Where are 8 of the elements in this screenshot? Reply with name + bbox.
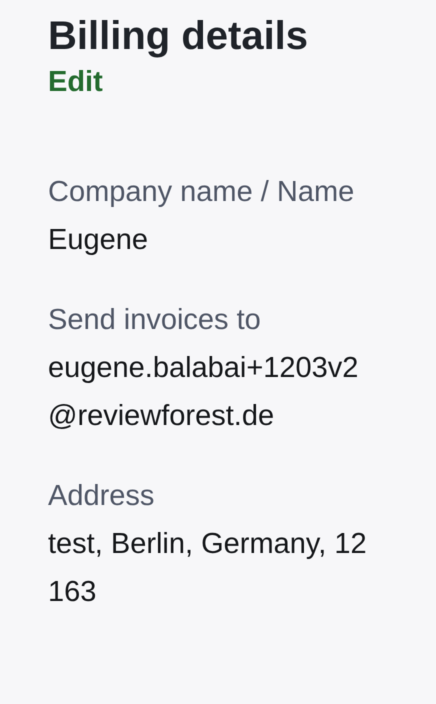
field-label: Company name / Name	[48, 175, 356, 210]
field-value: Eugene	[48, 223, 149, 258]
field-label: Send invoices to	[48, 303, 262, 338]
page-title: Billing details	[48, 13, 310, 60]
field-value: test, Berlin, Germany, 12163	[48, 527, 368, 610]
field-value: eugene.balabai+1203v2@reviewforest.de	[48, 351, 360, 434]
field-label: Address	[48, 479, 156, 514]
edit-link[interactable]: Edit	[48, 62, 103, 102]
